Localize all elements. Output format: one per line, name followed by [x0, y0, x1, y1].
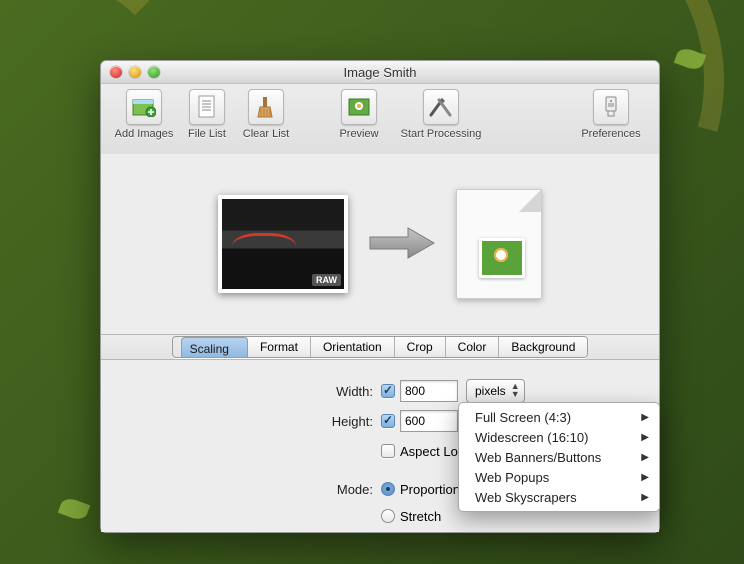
preset-menu-item[interactable]: Full Screen (4:3)▶	[459, 407, 659, 427]
window-zoom-button[interactable]	[148, 66, 160, 78]
tab-crop[interactable]: Crop	[395, 337, 446, 357]
mode-stretch-radio[interactable]	[381, 509, 395, 523]
width-unit-select[interactable]: pixels ▲▼	[466, 379, 525, 403]
file-list-label: File List	[188, 128, 226, 140]
tab-bar: ScalingFormatOrientationCropColorBackgro…	[101, 334, 659, 360]
output-document-icon	[456, 189, 542, 299]
width-label: Width:	[101, 384, 381, 399]
toolbar: Add Images File List Clear List	[101, 84, 659, 160]
start-processing-button[interactable]: Start Processing	[389, 89, 493, 140]
width-enable-checkbox[interactable]	[381, 384, 395, 398]
preview-label: Preview	[339, 128, 378, 140]
tab-color[interactable]: Color	[446, 337, 500, 357]
tab-format[interactable]: Format	[248, 337, 311, 357]
start-processing-label: Start Processing	[401, 128, 482, 140]
clear-list-icon	[248, 89, 284, 125]
preset-menu: Full Screen (4:3)▶Widescreen (16:10)▶Web…	[458, 402, 660, 512]
height-enable-checkbox[interactable]	[381, 414, 395, 428]
preset-menu-item[interactable]: Web Banners/Buttons▶	[459, 447, 659, 467]
start-processing-icon	[423, 89, 459, 125]
height-label: Height:	[101, 414, 381, 429]
tab-orientation[interactable]: Orientation	[311, 337, 395, 357]
window-minimize-button[interactable]	[129, 66, 141, 78]
preview-icon	[341, 89, 377, 125]
add-images-label: Add Images	[115, 128, 174, 140]
preset-menu-item[interactable]: Widescreen (16:10)▶	[459, 427, 659, 447]
tab-scaling[interactable]: Scaling	[181, 337, 248, 358]
height-input[interactable]	[400, 410, 458, 432]
tab-background[interactable]: Background	[499, 337, 587, 357]
file-list-button[interactable]: File List	[179, 89, 235, 140]
aspect-lock-checkbox[interactable]	[381, 444, 395, 458]
window-title: Image Smith	[101, 65, 659, 80]
preset-menu-item[interactable]: Web Popups▶	[459, 467, 659, 487]
add-images-button[interactable]: Add Images	[109, 89, 179, 140]
source-thumbnail: RAW	[218, 195, 348, 293]
mode-stretch-label: Stretch	[400, 509, 441, 524]
window-close-button[interactable]	[110, 66, 122, 78]
preset-menu-item[interactable]: Web Skyscrapers▶	[459, 487, 659, 507]
preferences-label: Preferences	[581, 128, 640, 140]
file-list-icon	[189, 89, 225, 125]
raw-badge: RAW	[312, 274, 341, 286]
preferences-button[interactable]: Preferences	[571, 89, 651, 140]
clear-list-label: Clear List	[243, 128, 289, 140]
clear-list-button[interactable]: Clear List	[235, 89, 297, 140]
width-unit-value: pixels	[475, 384, 506, 398]
preferences-icon	[593, 89, 629, 125]
mode-proportional-radio[interactable]	[381, 482, 395, 496]
title-bar: Image Smith	[101, 61, 659, 84]
preview-area: RAW	[101, 154, 659, 334]
arrow-icon	[366, 223, 438, 266]
add-images-icon	[126, 89, 162, 125]
mode-label: Mode:	[101, 482, 381, 497]
width-input[interactable]	[400, 380, 458, 402]
preview-button[interactable]: Preview	[329, 89, 389, 140]
